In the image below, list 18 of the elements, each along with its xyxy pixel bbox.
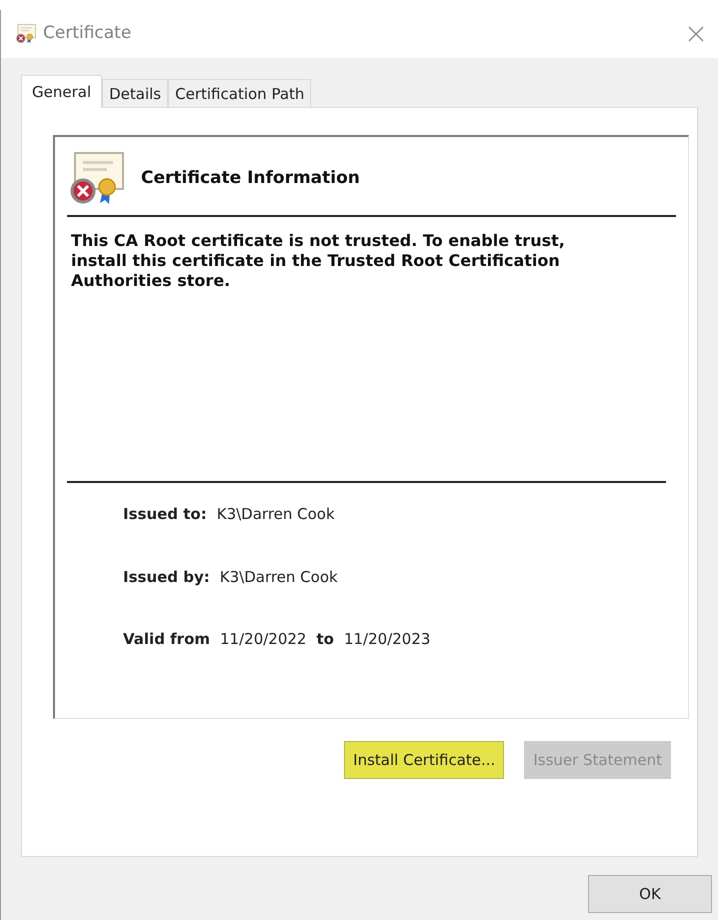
field-value: K3\Darren Cook (220, 566, 338, 588)
tab[interactable]: General (21, 75, 102, 108)
ok-button[interactable]: OK (588, 875, 712, 913)
action-button[interactable]: Install Certificate... (344, 741, 504, 779)
window-title: Certificate (43, 22, 132, 46)
field-joiner: to (316, 629, 334, 650)
field-label: Issued to: (123, 504, 207, 525)
tab[interactable]: Certification Path (168, 79, 312, 108)
field-value: 11/20/2023 (344, 629, 430, 650)
field-value: 11/20/2022 (220, 629, 306, 650)
field-label: Valid from (123, 629, 210, 650)
certificate-icon (15, 23, 37, 45)
close-icon[interactable] (688, 26, 704, 42)
field-value: K3\Darren Cook (216, 504, 335, 525)
trust-message: This CA Root certificate is not trusted. To enable trust, install this certificate in the Trusted Root Certification Authorities store. (70, 231, 566, 291)
field-label: Issued by: (123, 566, 210, 588)
tab[interactable]: Details (102, 79, 168, 108)
info-heading: Certificate Information (141, 167, 360, 190)
